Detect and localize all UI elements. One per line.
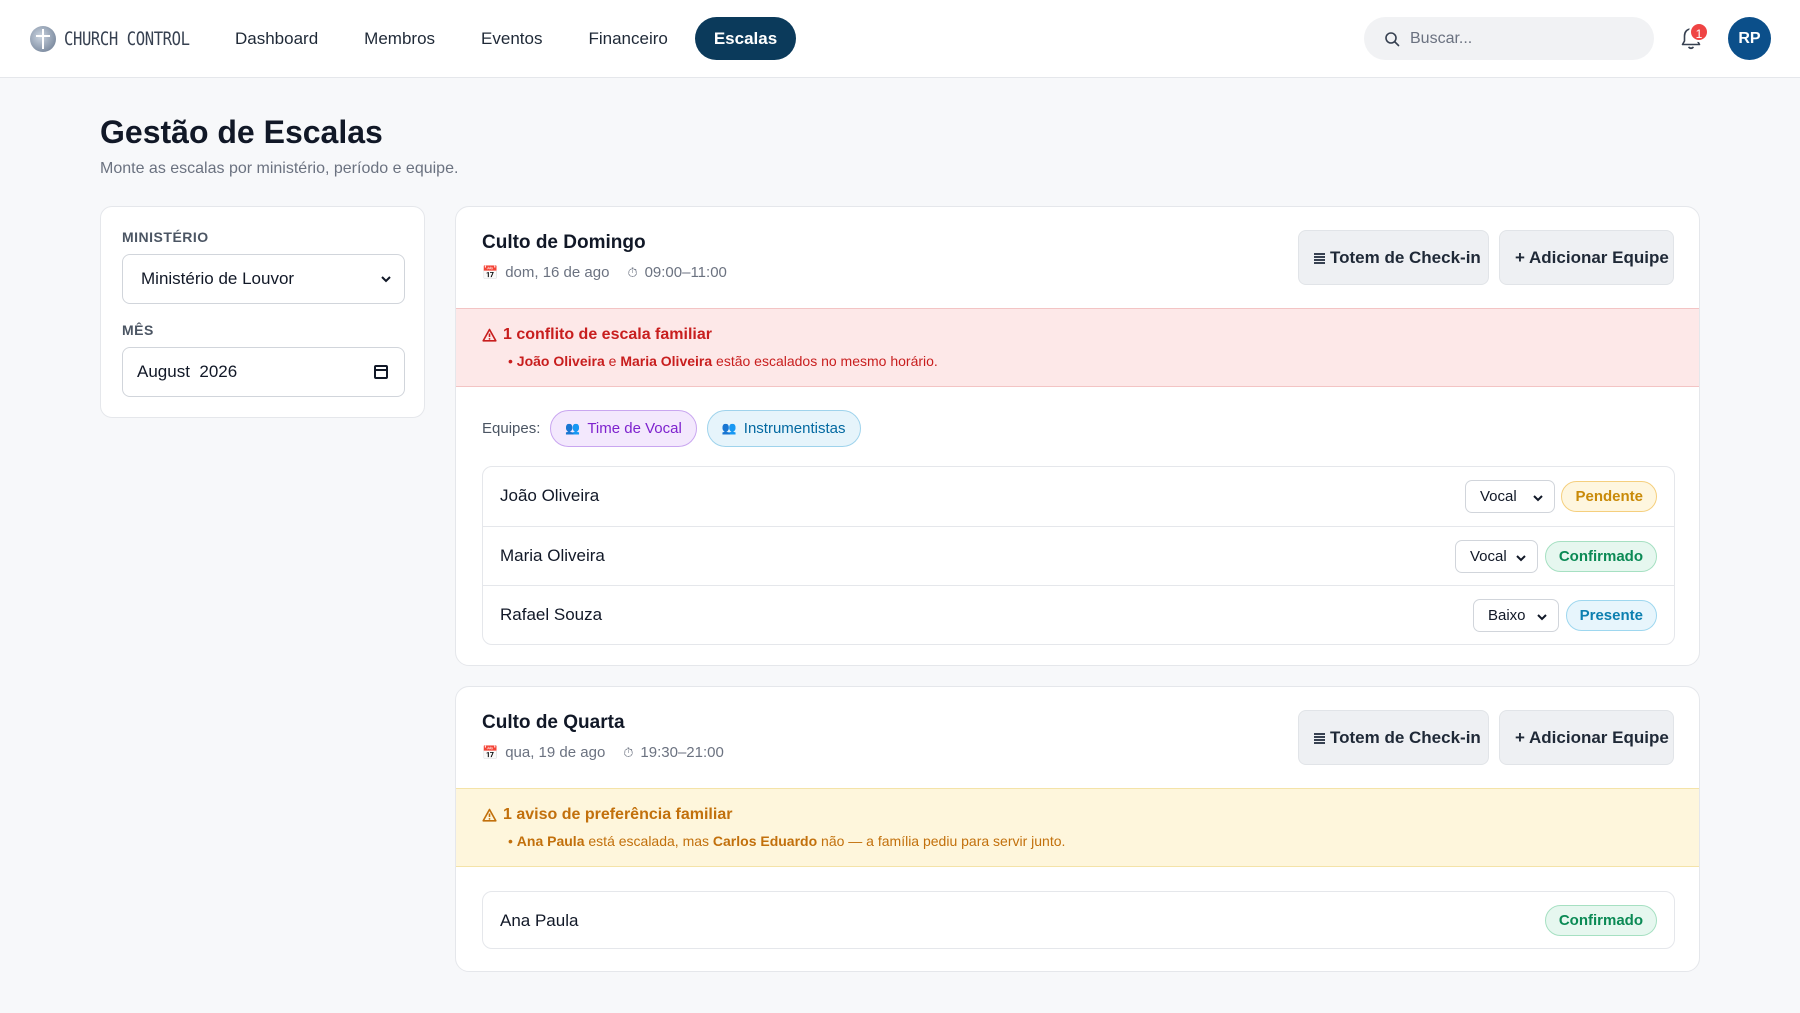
member-roster: João Oliveira Vocal Pendente Maria Olive… — [482, 466, 1675, 645]
nav-item-membros[interactable]: Membros — [345, 17, 454, 60]
chevron-down-icon — [1516, 555, 1526, 562]
status-badge: Presente — [1565, 600, 1657, 631]
member-name: João Oliveira — [500, 486, 600, 505]
event-title: Culto de Quarta — [482, 712, 625, 733]
role-select[interactable]: Baixo — [1473, 599, 1559, 632]
event-time: 19:30–21:00 — [640, 744, 724, 761]
status-badge: Confirmado — [1544, 905, 1657, 936]
teams-label: Equipes: — [482, 420, 541, 437]
alert-connector: está escalada, mas — [588, 833, 710, 849]
add-team-button[interactable]: + Adicionar Equipe — [1499, 710, 1674, 765]
teams-row: Equipes: 👥 Time de Vocal 👥 Instrumentistas — [482, 410, 861, 447]
conflict-alert: 1 conflito de escala familiar • João Oli… — [456, 308, 1699, 387]
search-box — [1364, 17, 1654, 60]
search-input[interactable] — [1410, 29, 1630, 48]
grid-icon — [1314, 732, 1325, 744]
calendar-icon: 📅 — [482, 264, 499, 280]
event-card: Culto de Domingo 📅 dom, 16 de ago ⏱ 09:00–… — [455, 206, 1700, 666]
team-chip-vocal[interactable]: 👥 Time de Vocal — [550, 410, 697, 447]
alert-member-name: João Oliveira — [516, 353, 605, 369]
event-time: 09:00–11:00 — [644, 264, 727, 281]
alert-message: estão escalados no mesmo horário. — [716, 353, 938, 369]
ministry-select-value: Ministério de Louvor — [141, 269, 295, 288]
user-avatar[interactable]: RP — [1728, 17, 1771, 60]
event-date: qua, 19 de ago — [505, 744, 606, 761]
month-input[interactable]: August 2026 — [122, 347, 405, 397]
ministry-label: MINISTÉRIO — [122, 229, 209, 245]
checkin-totem-label: Totem de Check-in — [1330, 728, 1481, 747]
alert-member-name: Ana Paula — [516, 833, 585, 849]
alert-title-text: 1 conflito de escala familiar — [503, 326, 712, 343]
page-subtitle: Monte as escalas por ministério, período… — [100, 160, 459, 177]
checkin-totem-button[interactable]: Totem de Check-in — [1298, 710, 1489, 765]
alert-detail: • Ana Paula está escalada, mas Carlos Ed… — [508, 833, 1066, 849]
globe-cross-icon — [30, 26, 56, 52]
event-date: dom, 16 de ago — [505, 264, 610, 281]
event-meta: 📅 qua, 19 de ago ⏱ 19:30–21:00 — [482, 744, 724, 761]
calendar-icon: 📅 — [482, 744, 499, 760]
alert-detail: • João Oliveira e Maria Oliveira estão e… — [508, 353, 938, 369]
nav-item-financeiro[interactable]: Financeiro — [569, 17, 686, 60]
logo-text: CHURCH CONTROL — [64, 28, 190, 50]
role-select-value: Baixo — [1488, 607, 1526, 624]
people-icon: 👥 — [565, 421, 581, 435]
people-icon: 👥 — [721, 421, 737, 435]
warning-triangle-icon — [482, 808, 497, 822]
alert-message: não — a família pediu para servir junto. — [821, 833, 1066, 849]
alert-member-name: Carlos Eduardo — [712, 833, 818, 849]
alert-member-name: Maria Oliveira — [620, 353, 713, 369]
member-row: João Oliveira Vocal Pendente — [483, 467, 1674, 526]
month-input-value: August 2026 — [137, 362, 238, 381]
team-chip-label: Time de Vocal — [587, 420, 682, 437]
filters-panel: MINISTÉRIO Ministério de Louvor MÊS Augu… — [100, 206, 425, 418]
member-roster: Ana Paula Confirmado — [482, 891, 1675, 949]
role-select[interactable]: Vocal — [1455, 540, 1538, 573]
event-title: Culto de Domingo — [482, 232, 646, 253]
alert-title: 1 aviso de preferência familiar — [482, 806, 732, 824]
alert-title-text: 1 aviso de preferência familiar — [503, 806, 733, 823]
chevron-down-icon — [1533, 495, 1543, 502]
team-chip-instrumentistas[interactable]: 👥 Instrumentistas — [706, 410, 861, 447]
alert-connector: e — [608, 353, 617, 369]
search-icon — [1385, 31, 1400, 46]
status-badge: Pendente — [1561, 481, 1657, 512]
role-select-value: Vocal — [1480, 488, 1517, 505]
nav-item-escalas[interactable]: Escalas — [694, 17, 797, 60]
checkin-totem-button[interactable]: Totem de Check-in — [1298, 230, 1489, 285]
notification-badge: 1 — [1689, 22, 1709, 42]
app-logo[interactable]: CHURCH CONTROL — [30, 22, 217, 56]
clock-icon: ⏱ — [623, 744, 634, 760]
member-row: Rafael Souza Baixo Presente — [483, 585, 1674, 644]
role-select[interactable]: Vocal — [1465, 480, 1555, 513]
member-row: Ana Paula Confirmado — [483, 892, 1674, 948]
nav-item-eventos[interactable]: Eventos — [462, 17, 561, 60]
alert-title: 1 conflito de escala familiar — [482, 326, 712, 344]
member-row: Maria Oliveira Vocal Confirmado — [483, 526, 1674, 585]
chevron-down-icon — [381, 276, 391, 283]
member-name: Rafael Souza — [500, 605, 603, 624]
clock-icon: ⏱ — [627, 264, 638, 280]
member-name: Maria Oliveira — [500, 546, 605, 565]
role-select-value: Vocal — [1470, 548, 1507, 565]
ministry-select[interactable]: Ministério de Louvor — [122, 254, 405, 304]
event-card: Culto de Quarta 📅 qua, 19 de ago ⏱ 19:30–2… — [455, 686, 1700, 972]
nav-item-dashboard[interactable]: Dashboard — [216, 17, 337, 60]
team-chip-label: Instrumentistas — [743, 420, 846, 437]
preference-alert: 1 aviso de preferência familiar • Ana Pa… — [456, 788, 1699, 867]
month-label: MÊS — [122, 322, 154, 338]
event-meta: 📅 dom, 16 de ago ⏱ 09:00–11:00 — [482, 264, 727, 281]
chevron-down-icon — [1537, 614, 1547, 621]
status-badge: Confirmado — [1544, 541, 1657, 572]
calendar-icon[interactable] — [374, 365, 388, 379]
page-title: Gestão de Escalas — [100, 114, 383, 150]
main-nav: Dashboard Membros Eventos Financeiro Esc… — [216, 17, 797, 60]
warning-triangle-icon — [482, 328, 497, 342]
checkin-totem-label: Totem de Check-in — [1330, 248, 1481, 267]
member-name: Ana Paula — [500, 911, 579, 930]
grid-icon — [1314, 252, 1325, 264]
add-team-button[interactable]: + Adicionar Equipe — [1499, 230, 1674, 285]
top-navbar: CHURCH CONTROL Dashboard Membros Eventos… — [0, 0, 1800, 78]
